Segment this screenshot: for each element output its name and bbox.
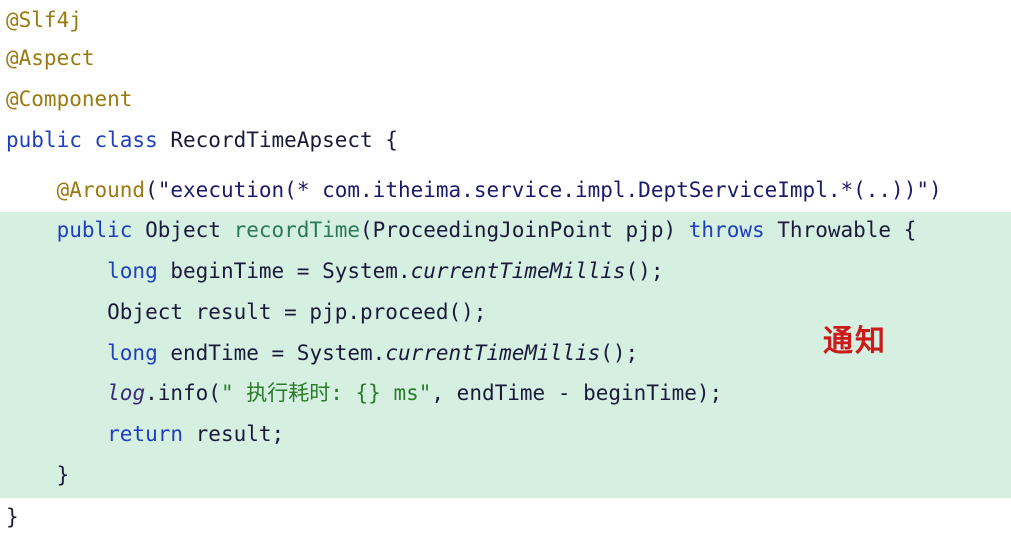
code-token: RecordTimeApsect {: [170, 128, 398, 152]
code-token: @Component: [6, 87, 133, 111]
code-editor: @Slf4j @Aspect @Component public class Reco…: [0, 0, 1011, 534]
code-token: (: [145, 178, 158, 202]
code-line-class-close-brace: }: [0, 497, 1011, 537]
code-token: public class: [6, 128, 171, 152]
code-token: log: [107, 381, 146, 405]
code-token: @Around: [56, 178, 146, 202]
code-token: , endTime - beginTime);: [431, 381, 723, 405]
code-token: ();: [600, 341, 639, 365]
code-token: recordTime: [233, 218, 361, 242]
code-token: }: [6, 463, 70, 487]
code-token: }: [6, 505, 19, 529]
code-line-around-annotation: @Around("execution(* com.itheima.service…: [0, 170, 1011, 210]
code-token: "execution(* com.itheima.service.impl.De…: [157, 178, 942, 202]
code-line-class-declaration: public class RecordTimeApsect {: [0, 120, 1011, 160]
code-token: public: [6, 218, 146, 242]
code-line-method-close-brace: }: [0, 455, 1011, 495]
code-token: Throwable {: [777, 218, 917, 242]
code-token: @Slf4j: [6, 8, 82, 32]
code-token: @Aspect: [6, 46, 95, 70]
code-token: beginTime = System.: [170, 259, 411, 283]
code-line-annotation-component: @Component: [0, 79, 1011, 119]
code-line-begin-time-line: long beginTime = System.currentTimeMilli…: [0, 251, 1011, 291]
code-token: throws: [688, 218, 778, 242]
code-token: Object: [145, 218, 234, 242]
code-token: currentTimeMillis: [385, 341, 601, 365]
code-line-method-declaration: public Object recordTime(ProceedingJoinP…: [0, 210, 1011, 250]
code-token: .info(: [145, 381, 221, 405]
code-line-return-line: return result;: [0, 414, 1011, 454]
code-token: return: [6, 422, 196, 446]
code-token: result;: [195, 422, 285, 446]
code-token: ();: [625, 259, 664, 283]
code-token: currentTimeMillis: [410, 259, 626, 283]
code-line-annotation-aspect: @Aspect: [0, 38, 1011, 78]
code-token: Object result = pjp.proceed();: [6, 300, 487, 324]
code-token: (ProceedingJoinPoint pjp): [360, 218, 689, 242]
code-token: " 执行耗时: {} ms": [220, 381, 432, 405]
code-line-log-line: log.info(" 执行耗时: {} ms", endTime - begin…: [0, 373, 1011, 413]
code-token: endTime = System.: [170, 341, 386, 365]
advice-annotation-label: 通知: [823, 324, 887, 359]
code-line-annotation-slf4j: @Slf4j: [0, 0, 1011, 40]
code-token: long: [6, 259, 171, 283]
code-token: long: [6, 341, 171, 365]
